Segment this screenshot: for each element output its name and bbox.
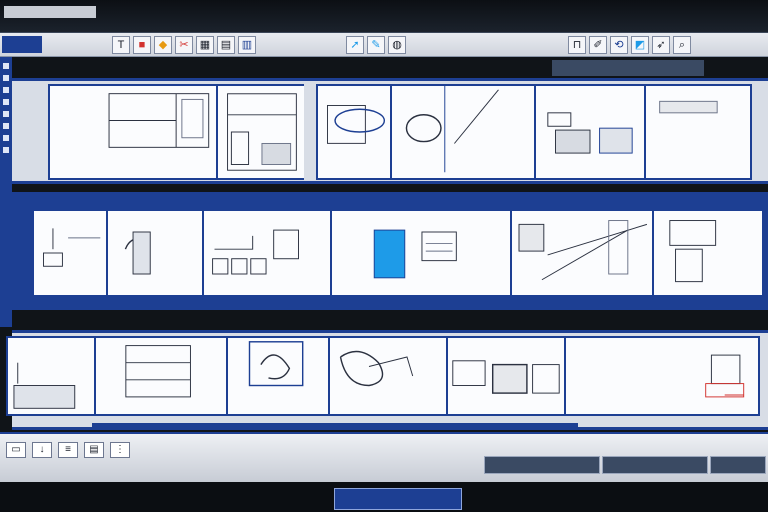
left-sidebar [0, 57, 12, 327]
bottom-tools: ▭ ↓ ≡ ▤ ⋮ [6, 442, 130, 458]
sidebar-item[interactable] [3, 111, 9, 117]
chart-icon[interactable]: ▥ [238, 36, 256, 54]
storyboard-row-1 [12, 78, 768, 184]
sidebar-item[interactable] [3, 123, 9, 129]
sketch [108, 93, 210, 148]
more-icon[interactable]: ⋮ [110, 442, 130, 458]
app-label [4, 6, 96, 18]
status-segment [602, 456, 708, 474]
storyboard-frame[interactable] [446, 336, 566, 416]
pen-icon[interactable]: ✎ [367, 36, 385, 54]
frame-strip-1 [48, 84, 752, 180]
sidebar-item[interactable] [3, 99, 9, 105]
title-bar [0, 0, 768, 33]
sketch [227, 93, 297, 171]
arrow-icon[interactable]: ➚ [346, 36, 364, 54]
stack-icon[interactable]: ▤ [84, 442, 104, 458]
storyboard-frame[interactable] [534, 84, 646, 180]
main-toolbar: T ■ ◆ ✂ ▦ ▤ ▥ ➚ ✎ ◍ ⊓ ✐ ⟲ ◩ ➶ ⌕ [0, 33, 768, 57]
file-menu[interactable] [2, 36, 42, 53]
storyboard-frame[interactable] [216, 84, 306, 180]
text-icon[interactable]: T [112, 36, 130, 54]
taskbar [0, 482, 768, 512]
storyboard-frame[interactable] [48, 84, 218, 180]
cut-icon[interactable]: ✂ [175, 36, 193, 54]
sketch [125, 345, 191, 398]
sketch [13, 362, 76, 409]
storyboard-frame[interactable] [510, 209, 654, 297]
storyboard-frame[interactable] [330, 209, 512, 297]
sketch [124, 231, 151, 275]
arrow-down-icon[interactable]: ↓ [32, 442, 52, 458]
top-status-field [552, 60, 704, 76]
storyboard-frame[interactable] [652, 209, 764, 297]
sidebar-item[interactable] [3, 63, 9, 69]
frame-strip-2 [32, 209, 764, 297]
sidebar-item[interactable] [3, 87, 9, 93]
pencil-icon[interactable]: ✐ [589, 36, 607, 54]
status-segment [484, 456, 600, 474]
sketch [248, 341, 304, 387]
storyboard-frame[interactable] [316, 84, 392, 180]
storyboard-frame[interactable] [94, 336, 228, 416]
monitor-icon[interactable]: ▭ [6, 442, 26, 458]
sketch [669, 220, 717, 283]
storyboard-row-2 [12, 192, 768, 310]
connect-icon[interactable]: ⟲ [610, 36, 628, 54]
storyboard-frame[interactable] [106, 209, 204, 297]
taskbar-active-window[interactable] [334, 488, 462, 510]
storyboard-row-3 [6, 330, 768, 430]
frame-strip-3 [6, 336, 760, 416]
sidebar-item[interactable] [3, 147, 9, 153]
table-icon[interactable]: ▦ [196, 36, 214, 54]
globe-icon[interactable]: ◍ [388, 36, 406, 54]
toolbar-mid-group: ➚ ✎ ◍ [346, 35, 406, 55]
horizontal-scrollbar[interactable] [92, 423, 578, 428]
toolbar-left-group: T ■ ◆ ✂ ▦ ▤ ▥ [112, 35, 256, 55]
sketch [659, 100, 718, 114]
sketch [327, 105, 386, 144]
sketch [373, 229, 457, 279]
storyboard-frame[interactable] [390, 84, 536, 180]
paint-icon[interactable]: ◆ [154, 36, 172, 54]
storyboard-frame[interactable] [328, 336, 448, 416]
layers-icon[interactable]: ≡ [58, 442, 78, 458]
status-segment [710, 456, 766, 474]
sketch [518, 220, 648, 281]
sketch [452, 360, 560, 394]
storyboard-frame[interactable] [202, 209, 332, 297]
sketch [705, 354, 745, 398]
cursor-icon[interactable]: ➶ [652, 36, 670, 54]
toolbar-right-group: ⊓ ✐ ⟲ ◩ ➶ ⌕ [568, 35, 691, 55]
image-icon[interactable]: ■ [133, 36, 151, 54]
storyboard-frame[interactable] [6, 336, 96, 416]
storyboard-frame[interactable] [564, 336, 760, 416]
sketch [339, 350, 414, 387]
shape-icon[interactable]: ◩ [631, 36, 649, 54]
sketch [405, 86, 499, 173]
zoom-icon[interactable]: ⌕ [673, 36, 691, 54]
storyboard-frame[interactable] [32, 209, 108, 297]
grid-icon[interactable]: ▤ [217, 36, 235, 54]
storyboard-frame[interactable] [226, 336, 330, 416]
storyboard-frame[interactable] [644, 84, 752, 180]
sketch [212, 229, 299, 275]
sketch [547, 112, 633, 154]
sketch [43, 228, 101, 267]
sidebar-item[interactable] [3, 75, 9, 81]
lock-icon[interactable]: ⊓ [568, 36, 586, 54]
sidebar-item[interactable] [3, 135, 9, 141]
